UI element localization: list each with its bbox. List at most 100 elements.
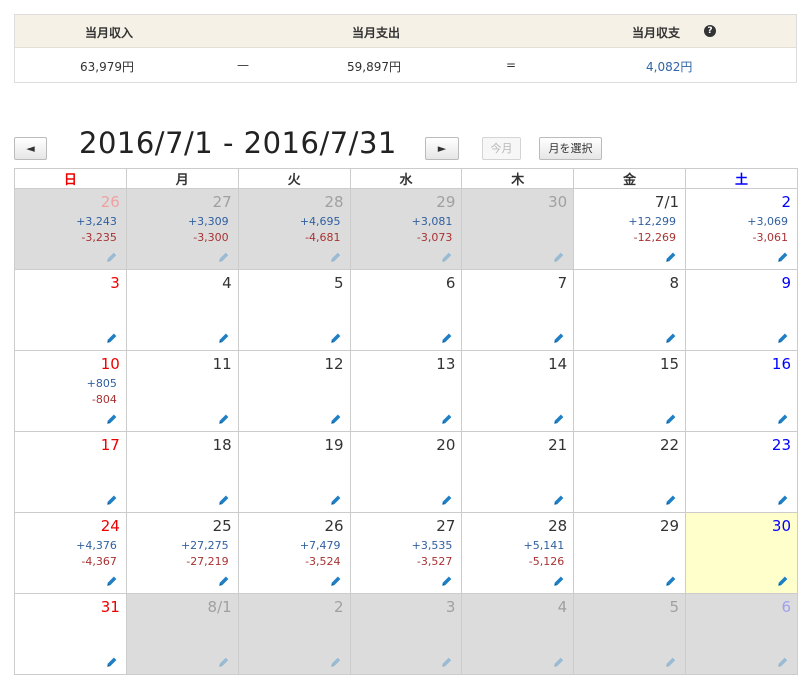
calendar-day-cell[interactable]: 26 +3,243 -3,235 (14, 188, 127, 270)
edit-pencil-icon[interactable] (106, 656, 118, 668)
edit-pencil-icon[interactable] (665, 656, 677, 668)
calendar-day-cell[interactable]: 11 (125, 350, 239, 432)
day-number: 4 (222, 274, 232, 292)
calendar-day-cell[interactable]: 26 +7,479 -3,524 (237, 512, 351, 594)
edit-pencil-icon[interactable] (330, 332, 342, 344)
edit-pencil-icon[interactable] (218, 251, 230, 263)
calendar-day-cell[interactable]: 28 +4,695 -4,681 (237, 188, 351, 270)
calendar-day-cell[interactable]: 20 (349, 431, 463, 513)
edit-pencil-icon[interactable] (553, 656, 565, 668)
edit-pencil-icon[interactable] (553, 332, 565, 344)
calendar-day-cell[interactable]: 2 (237, 593, 351, 675)
edit-pencil-icon[interactable] (665, 575, 677, 587)
edit-pencil-icon[interactable] (106, 413, 118, 425)
calendar-day-cell[interactable]: 6 (685, 593, 798, 675)
edit-pencil-icon[interactable] (330, 251, 342, 263)
edit-pencil-icon[interactable] (106, 494, 118, 506)
calendar-day-cell[interactable]: 7 (461, 269, 575, 351)
edit-pencil-icon[interactable] (330, 656, 342, 668)
edit-pencil-icon[interactable] (665, 494, 677, 506)
calendar-day-cell[interactable]: 8/1 (125, 593, 239, 675)
edit-pencil-icon[interactable] (218, 575, 230, 587)
edit-pencil-icon[interactable] (330, 494, 342, 506)
calendar-day-cell[interactable]: 23 (685, 431, 798, 513)
edit-pencil-icon[interactable] (665, 413, 677, 425)
calendar-day-cell[interactable]: 14 (461, 350, 575, 432)
calendar-day-cell[interactable]: 27 +3,535 -3,527 (349, 512, 463, 594)
edit-pencil-icon[interactable] (218, 332, 230, 344)
edit-pencil-icon[interactable] (777, 413, 789, 425)
calendar-day-cell[interactable]: 13 (349, 350, 463, 432)
day-income: +5,141 (523, 539, 565, 552)
date-range-title: 2016/7/1 - 2016/7/31 (79, 126, 397, 160)
calendar-day-cell[interactable]: 4 (125, 269, 239, 351)
calendar: 日月火水木金土 26 +3,243 -3,235 27 +3,309 -3,300 28 +4… (14, 168, 798, 675)
calendar-day-cell[interactable]: 28 +5,141 -5,126 (461, 512, 575, 594)
calendar-day-cell[interactable]: 3 (349, 593, 463, 675)
calendar-day-cell[interactable]: 16 (685, 350, 798, 432)
calendar-day-cell[interactable]: 7/1 +12,299 -12,269 (573, 188, 687, 270)
calendar-day-cell[interactable]: 15 (573, 350, 687, 432)
calendar-day-cell[interactable]: 4 (461, 593, 575, 675)
edit-pencil-icon[interactable] (441, 332, 453, 344)
edit-pencil-icon[interactable] (441, 494, 453, 506)
edit-pencil-icon[interactable] (218, 656, 230, 668)
calendar-day-cell[interactable]: 25 +27,275 -27,219 (125, 512, 239, 594)
next-month-button[interactable]: ► (425, 137, 459, 160)
day-number: 18 (212, 436, 232, 454)
edit-pencil-icon[interactable] (218, 413, 230, 425)
edit-pencil-icon[interactable] (106, 332, 118, 344)
day-number: 28 (548, 517, 568, 535)
edit-pencil-icon[interactable] (777, 575, 789, 587)
calendar-day-cell[interactable]: 30 (461, 188, 575, 270)
edit-pencil-icon[interactable] (106, 251, 118, 263)
help-icon[interactable]: ? (704, 25, 716, 37)
calendar-day-cell[interactable]: 31 (14, 593, 127, 675)
edit-pencil-icon[interactable] (665, 251, 677, 263)
edit-pencil-icon[interactable] (553, 575, 565, 587)
day-number: 27 (212, 193, 232, 211)
calendar-day-cell[interactable]: 3 (14, 269, 127, 351)
weekday-thursday: 木 (461, 168, 575, 189)
calendar-day-cell[interactable]: 24 +4,376 -4,367 (14, 512, 127, 594)
edit-pencil-icon[interactable] (106, 575, 118, 587)
calendar-day-cell[interactable]: 6 (349, 269, 463, 351)
calendar-day-cell[interactable]: 29 +3,081 -3,073 (349, 188, 463, 270)
select-month-button[interactable]: 月を選択 (539, 137, 602, 160)
calendar-day-cell[interactable]: 27 +3,309 -3,300 (125, 188, 239, 270)
calendar-day-cell[interactable]: 8 (573, 269, 687, 351)
day-number: 3 (110, 274, 120, 292)
edit-pencil-icon[interactable] (777, 332, 789, 344)
calendar-day-cell[interactable]: 5 (237, 269, 351, 351)
day-number: 6 (445, 274, 456, 292)
calendar-day-cell[interactable]: 19 (237, 431, 351, 513)
calendar-day-cell[interactable]: 30 (685, 512, 798, 594)
edit-pencil-icon[interactable] (777, 656, 789, 668)
edit-pencil-icon[interactable] (330, 413, 342, 425)
calendar-day-cell[interactable]: 9 (685, 269, 798, 351)
calendar-day-cell[interactable]: 29 (573, 512, 687, 594)
calendar-day-cell[interactable]: 17 (14, 431, 127, 513)
calendar-day-cell[interactable]: 18 (125, 431, 239, 513)
edit-pencil-icon[interactable] (665, 332, 677, 344)
prev-month-button[interactable]: ◄ (14, 137, 47, 160)
edit-pencil-icon[interactable] (553, 413, 565, 425)
calendar-day-cell[interactable]: 22 (573, 431, 687, 513)
day-income: +3,243 (76, 215, 117, 228)
edit-pencil-icon[interactable] (218, 494, 230, 506)
calendar-day-cell[interactable]: 21 (461, 431, 575, 513)
edit-pencil-icon[interactable] (330, 575, 342, 587)
edit-pencil-icon[interactable] (553, 251, 565, 263)
calendar-day-cell[interactable]: 12 (237, 350, 351, 432)
calendar-day-cell[interactable]: 5 (573, 593, 687, 675)
edit-pencil-icon[interactable] (441, 656, 453, 668)
calendar-day-cell[interactable]: 2 +3,069 -3,061 (685, 188, 798, 270)
edit-pencil-icon[interactable] (441, 251, 453, 263)
edit-pencil-icon[interactable] (777, 251, 789, 263)
edit-pencil-icon[interactable] (777, 494, 789, 506)
edit-pencil-icon[interactable] (441, 413, 453, 425)
this-month-button[interactable]: 今月 (482, 137, 521, 160)
calendar-day-cell[interactable]: 10 +805 -804 (14, 350, 127, 432)
edit-pencil-icon[interactable] (441, 575, 453, 587)
edit-pencil-icon[interactable] (553, 494, 565, 506)
